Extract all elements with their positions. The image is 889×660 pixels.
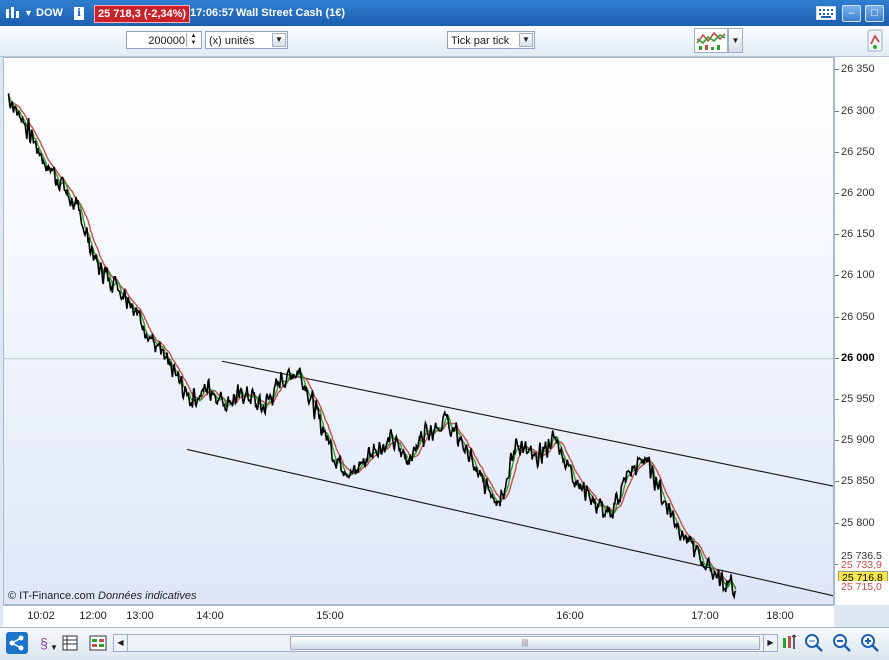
price-chart[interactable]: © IT-Finance.com Données indicatives: [3, 57, 834, 605]
price-tag-label: 25 715,0: [838, 581, 888, 593]
quote-time: 17:06:57: [190, 7, 235, 19]
share-icon[interactable]: [6, 632, 28, 654]
x-tick-label: 12:00: [79, 610, 107, 622]
channel-upper-line[interactable]: [221, 360, 834, 487]
y-tick-label: 26 050: [841, 310, 875, 323]
price-tag-label: 25 733,9: [838, 559, 888, 571]
price-change-badge: 25 718,3 (-2,34%): [94, 5, 191, 23]
y-tick-label: 26 100: [841, 269, 875, 282]
y-tick-label: 26 350: [841, 63, 875, 76]
info-icon[interactable]: i: [74, 0, 84, 26]
chart-toolbar: 200000 ▲ ▼ (x) unités ▼ Tick par tick ▼ …: [0, 26, 889, 57]
moving-average-slow-line: [7, 93, 737, 588]
chart-type-icon[interactable]: [4, 0, 20, 26]
scroll-right-icon[interactable]: ▶: [763, 635, 777, 651]
x-tick-label: 10:02: [27, 610, 55, 622]
time-scrollbar[interactable]: ◀ ||| ▶: [113, 634, 778, 652]
y-tick-label: 26 200: [841, 186, 875, 199]
y-tick-mark: [835, 357, 839, 359]
title-bar: ▼ DOW i 25 718,3 (-2,34%) 17:06:57 Wall …: [0, 0, 889, 26]
quantity-value: 200000: [148, 35, 185, 47]
x-tick-label: 16:00: [556, 610, 584, 622]
y-tick-label: 25 850: [841, 475, 875, 488]
watermark-source: © IT-Finance.com: [8, 590, 95, 602]
y-tick-label: 26 300: [841, 104, 875, 117]
scroll-left-icon[interactable]: ◀: [114, 635, 128, 651]
zoom-fit-icon[interactable]: [804, 633, 824, 653]
y-tick-mark: [835, 192, 839, 194]
y-tick-mark: [835, 151, 839, 153]
unit-label: (x) unités: [209, 35, 255, 47]
trade-panel-icon[interactable]: [866, 28, 884, 53]
x-tick-label: 13:00: [126, 610, 154, 622]
y-tick-mark: [835, 234, 839, 236]
y-tick-mark: [835, 110, 839, 112]
y-tick-mark: [835, 440, 839, 442]
minimize-button[interactable]: –: [842, 5, 861, 22]
indicators-dropdown-icon[interactable]: ▼: [728, 28, 743, 53]
instrument-name: Wall Street Cash (1€): [236, 7, 346, 19]
x-tick-label: 17:00: [691, 610, 719, 622]
y-tick-label: 25 800: [841, 516, 875, 529]
stepper-down-icon[interactable]: ▼: [187, 40, 200, 47]
x-tick-label: 18:00: [766, 610, 794, 622]
bottom-toolbar: § ▼ ◀ ||| ▶: [0, 627, 889, 660]
x-tick-label: 14:00: [196, 610, 224, 622]
data-source-watermark: © IT-Finance.com Données indicatives: [8, 590, 196, 602]
y-tick-mark: [835, 69, 839, 71]
y-tick-mark: [835, 481, 839, 483]
y-tick-label: 26 150: [841, 228, 875, 241]
indicators-button[interactable]: [694, 28, 728, 53]
y-tick-label: 26 000: [841, 351, 875, 364]
y-tick-mark: [835, 275, 839, 277]
symbol-dropdown-icon[interactable]: ▼: [24, 0, 33, 26]
symbol-name[interactable]: DOW: [36, 0, 63, 26]
table-view-icon[interactable]: [60, 633, 80, 653]
moving-average-fast-line: [7, 93, 737, 591]
quantity-field[interactable]: 200000 ▲ ▼: [126, 31, 202, 49]
indicators-icon: [696, 31, 726, 50]
price-chart-svg: [4, 92, 834, 600]
multi-chart-icon[interactable]: [88, 633, 108, 653]
unit-select[interactable]: (x) unités ▼: [205, 31, 288, 49]
stepper-up-icon[interactable]: ▲: [187, 33, 200, 40]
quantity-stepper[interactable]: ▲ ▼: [186, 33, 200, 47]
keyboard-icon[interactable]: [816, 0, 836, 26]
interval-dropdown-icon[interactable]: ▼: [519, 33, 533, 47]
x-tick-label: 15:00: [316, 610, 344, 622]
interval-select[interactable]: Tick par tick ▼: [447, 31, 535, 49]
y-tick-mark: [835, 522, 839, 524]
maximize-button[interactable]: □: [865, 5, 884, 22]
zoom-out-icon[interactable]: [832, 633, 852, 653]
y-tick-mark: [835, 316, 839, 318]
y-tick-label: 25 950: [841, 392, 875, 405]
unit-dropdown-icon[interactable]: ▼: [272, 33, 286, 47]
price-series-line: [7, 92, 737, 600]
zoom-in-icon[interactable]: [860, 633, 880, 653]
scroll-thumb[interactable]: |||: [290, 636, 760, 650]
y-tick-label: 25 900: [841, 434, 875, 447]
interval-label: Tick par tick: [451, 35, 510, 47]
y-tick-label: 26 250: [841, 145, 875, 158]
watermark-note: Données indicatives: [98, 590, 197, 602]
time-axis[interactable]: 10:02 12:00 13:00 14:00 15:00 16:00 17:00 18:00: [3, 605, 834, 627]
y-tick-mark: [835, 398, 839, 400]
price-axis[interactable]: 26 350 26 300 26 250 26 200 26 150 26 100 26 0…: [834, 57, 889, 605]
fit-price-icon[interactable]: [780, 633, 800, 653]
